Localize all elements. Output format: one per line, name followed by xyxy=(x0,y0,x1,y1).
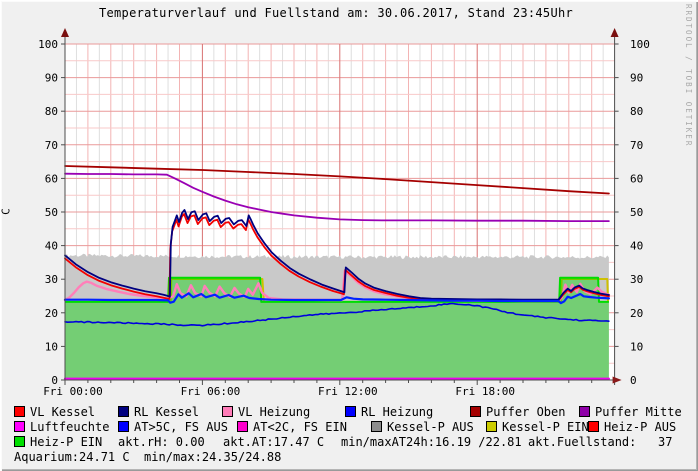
svg-text:50: 50 xyxy=(45,206,58,219)
legend-vl-kessel: VL Kessel xyxy=(14,406,95,419)
svg-text:10: 10 xyxy=(630,340,643,353)
legend-kessel-p-aus: Kessel-P AUS xyxy=(371,421,474,434)
legend-rl-kessel: RL Kessel xyxy=(118,406,199,419)
heiz-p-ein-swatch xyxy=(14,436,25,447)
svg-text:0: 0 xyxy=(630,374,637,387)
svg-text:30: 30 xyxy=(630,273,643,286)
svg-text:40: 40 xyxy=(45,240,58,253)
at-lt2-swatch xyxy=(237,421,248,432)
temperature-chart: 0010102020303040405050606070708080909010… xyxy=(0,0,698,405)
luftfeuchte-swatch xyxy=(14,421,25,432)
rrdtool-graph: Temperaturverlauf und Fuellstand am: 30.… xyxy=(0,0,698,471)
svg-text:90: 90 xyxy=(630,72,643,85)
svg-text:100: 100 xyxy=(38,38,58,51)
svg-text:Fri 12:00: Fri 12:00 xyxy=(318,385,378,398)
vl-kessel-swatch xyxy=(14,406,25,417)
status-aquarium: Aquarium:24.71 C min/max:24.35/24.88 xyxy=(14,451,281,464)
legend-puffer-mitte: Puffer Mitte xyxy=(579,406,682,419)
svg-text:70: 70 xyxy=(45,139,58,152)
status-akt-rh: akt.rH: 0.00 xyxy=(118,436,205,449)
legend-heiz-p-ein: Heiz-P EIN xyxy=(14,436,102,449)
at-gt5-swatch xyxy=(118,421,129,432)
svg-text:100: 100 xyxy=(630,38,650,51)
svg-text:Fri 18:00: Fri 18:00 xyxy=(455,385,515,398)
puffer-oben-swatch xyxy=(470,406,481,417)
puffer-mitte-swatch xyxy=(579,406,590,417)
svg-text:Fri 00:00: Fri 00:00 xyxy=(43,385,103,398)
legend-rl-heizung: RL Heizung xyxy=(345,406,433,419)
svg-text:20: 20 xyxy=(45,307,58,320)
status-minmax-at24h: min/maxAT24h:16.19 /22.81 xyxy=(341,436,522,449)
kessel-p-ein-swatch xyxy=(486,421,497,432)
legend-at-lt2: AT<2C, FS EIN xyxy=(237,421,347,434)
svg-text:80: 80 xyxy=(630,105,643,118)
svg-text:20: 20 xyxy=(630,307,643,320)
svg-text:Fri 06:00: Fri 06:00 xyxy=(181,385,241,398)
svg-text:70: 70 xyxy=(630,139,643,152)
legend-heiz-p-aus: Heiz-P AUS xyxy=(588,421,676,434)
svg-text:80: 80 xyxy=(45,105,58,118)
legend-vl-heizung: VL Heizung xyxy=(222,406,310,419)
legend-puffer-oben: Puffer Oben xyxy=(470,406,565,419)
svg-text:90: 90 xyxy=(45,72,58,85)
kessel-p-aus-swatch xyxy=(371,421,382,432)
rl-heizung-swatch xyxy=(345,406,356,417)
legend-at-gt5: AT>5C, FS AUS xyxy=(118,421,228,434)
svg-text:60: 60 xyxy=(45,172,58,185)
heiz-p-aus-swatch xyxy=(588,421,599,432)
svg-text:10: 10 xyxy=(45,340,58,353)
svg-text:40: 40 xyxy=(630,240,643,253)
rl-kessel-swatch xyxy=(118,406,129,417)
status-akt-at: akt.AT:17.47 C xyxy=(223,436,324,449)
legend-kessel-p-ein: Kessel-P EIN xyxy=(486,421,589,434)
status-akt-fuellstand: akt.Fuellstand: 37 xyxy=(528,436,673,449)
vl-heizung-swatch xyxy=(222,406,233,417)
svg-text:50: 50 xyxy=(630,206,643,219)
legend-luftfeuchte: Luftfeuchte xyxy=(14,421,109,434)
svg-text:60: 60 xyxy=(630,172,643,185)
svg-text:30: 30 xyxy=(45,273,58,286)
